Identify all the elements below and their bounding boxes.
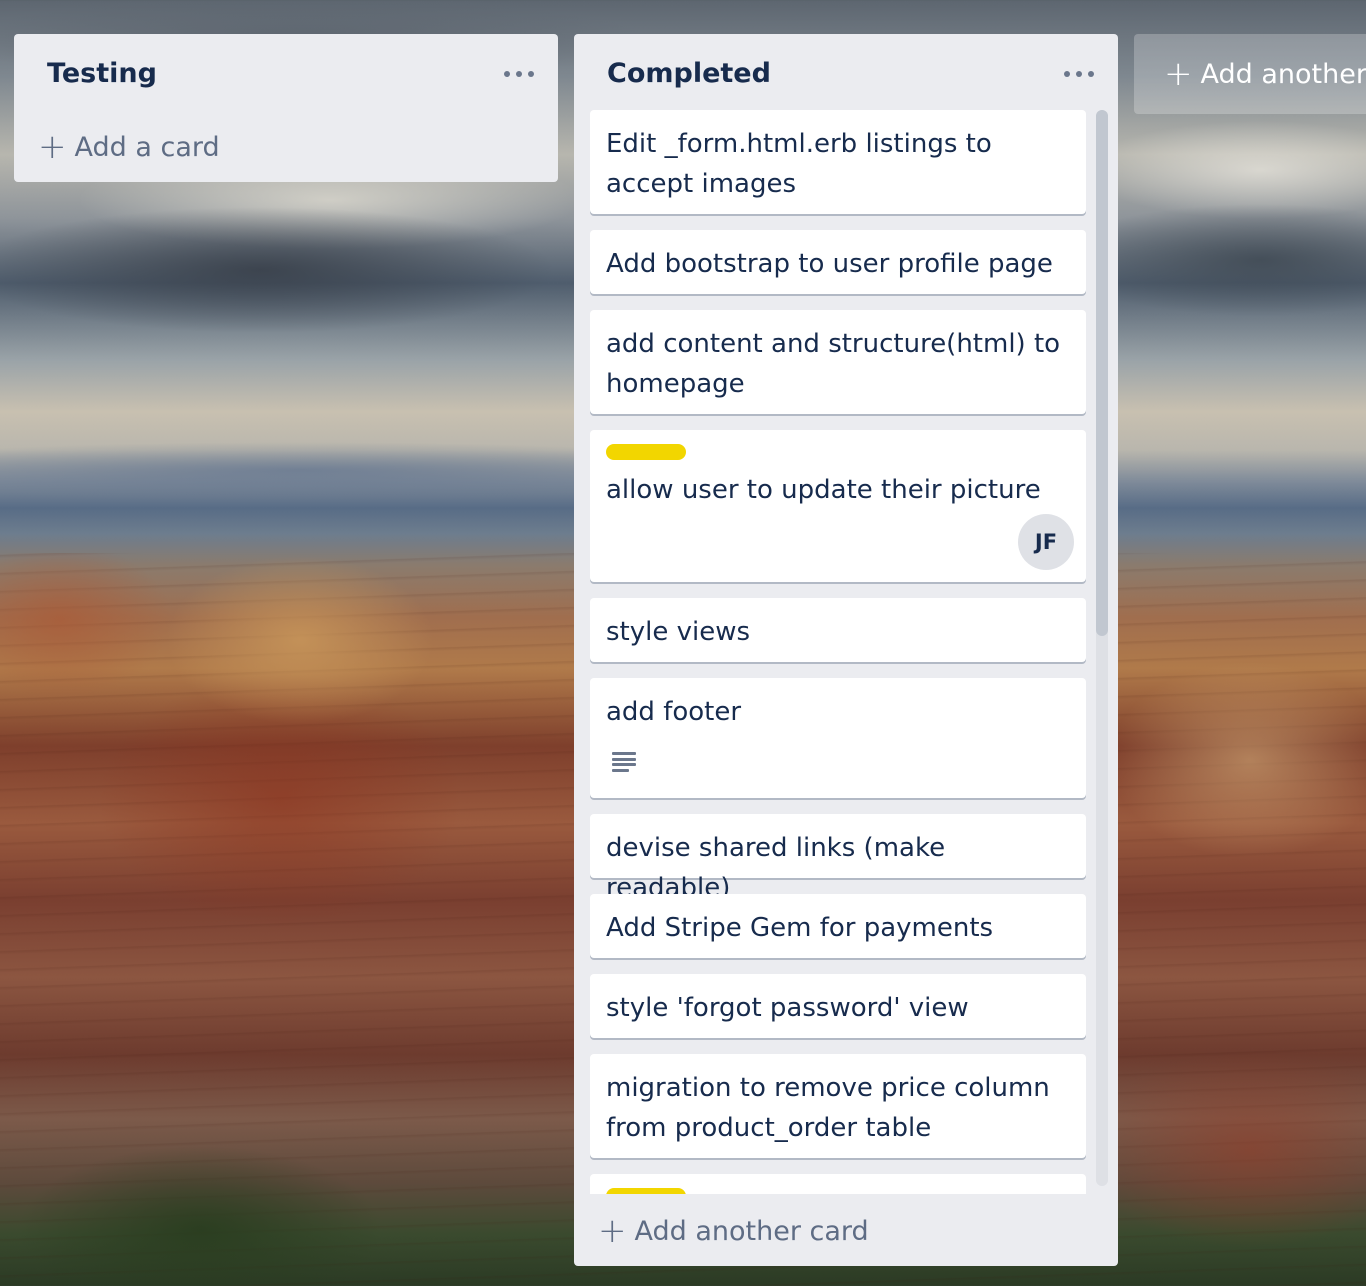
card-title: allow user to update their picture (606, 475, 1041, 505)
card[interactable]: add footer (590, 678, 1086, 798)
card[interactable]: Add Stripe Gem for payments (590, 894, 1086, 958)
card[interactable]: migration to remove price column from pr… (590, 1054, 1086, 1158)
card[interactable]: Edit _form.html.erb listings to accept i… (590, 110, 1086, 214)
list-title[interactable]: Testing (47, 58, 157, 89)
card-title: add footer (606, 697, 742, 727)
add-card-button[interactable]: + Add a card (38, 130, 220, 164)
add-card-label: Add another card (634, 1215, 869, 1247)
add-another-card-button[interactable]: + Add another card (598, 1214, 869, 1248)
ellipsis-icon[interactable] (504, 62, 534, 86)
plus-icon: + (1164, 54, 1193, 94)
card-title: migration to remove price column from pr… (606, 1073, 1050, 1143)
card[interactable]: Add bootstrap to user profile page (590, 230, 1086, 294)
description-icon (612, 752, 636, 772)
card[interactable]: add content and structure(html) to homep… (590, 310, 1086, 414)
add-list-label: Add another (1200, 58, 1366, 90)
card-label[interactable] (606, 444, 686, 460)
card-list-scrollbar[interactable] (1096, 110, 1108, 1186)
card[interactable]: style 'forgot password' view (590, 974, 1086, 1038)
card-list: Edit _form.html.erb listings to accept i… (590, 110, 1086, 1194)
card[interactable] (590, 1174, 1086, 1194)
board-canvas: Testing + Add a card Completed Edit _for… (0, 0, 1366, 1286)
list-completed: Completed Edit _form.html.erb listings t… (574, 34, 1118, 1266)
card[interactable]: allow user to update their picture JF (590, 430, 1086, 582)
card[interactable]: devise shared links (make readable) (590, 814, 1086, 903)
scrollbar-thumb[interactable] (1096, 110, 1108, 636)
member-avatar[interactable]: JF (1018, 514, 1074, 570)
plus-icon: + (38, 127, 67, 167)
card[interactable]: style views (590, 598, 1086, 662)
card-title: Edit _form.html.erb listings to accept i… (606, 129, 992, 199)
add-another-list-button[interactable]: + Add another (1134, 34, 1366, 114)
card-title: style views (606, 617, 751, 647)
card-title: Add Stripe Gem for payments (606, 913, 994, 943)
plus-icon: + (598, 1211, 627, 1251)
add-card-label: Add a card (74, 131, 220, 163)
card-title: add content and structure(html) to homep… (606, 329, 1061, 399)
list-header: Testing (14, 34, 558, 112)
ellipsis-icon[interactable] (1064, 62, 1094, 86)
card-title: Add bootstrap to user profile page (606, 249, 1053, 279)
list-testing: Testing + Add a card (14, 34, 558, 182)
list-title[interactable]: Completed (607, 58, 771, 89)
list-header: Completed (574, 34, 1118, 112)
card-title: devise shared links (make readable) (606, 833, 946, 903)
card-title: style 'forgot password' view (606, 993, 969, 1023)
card-label[interactable] (606, 1188, 686, 1194)
